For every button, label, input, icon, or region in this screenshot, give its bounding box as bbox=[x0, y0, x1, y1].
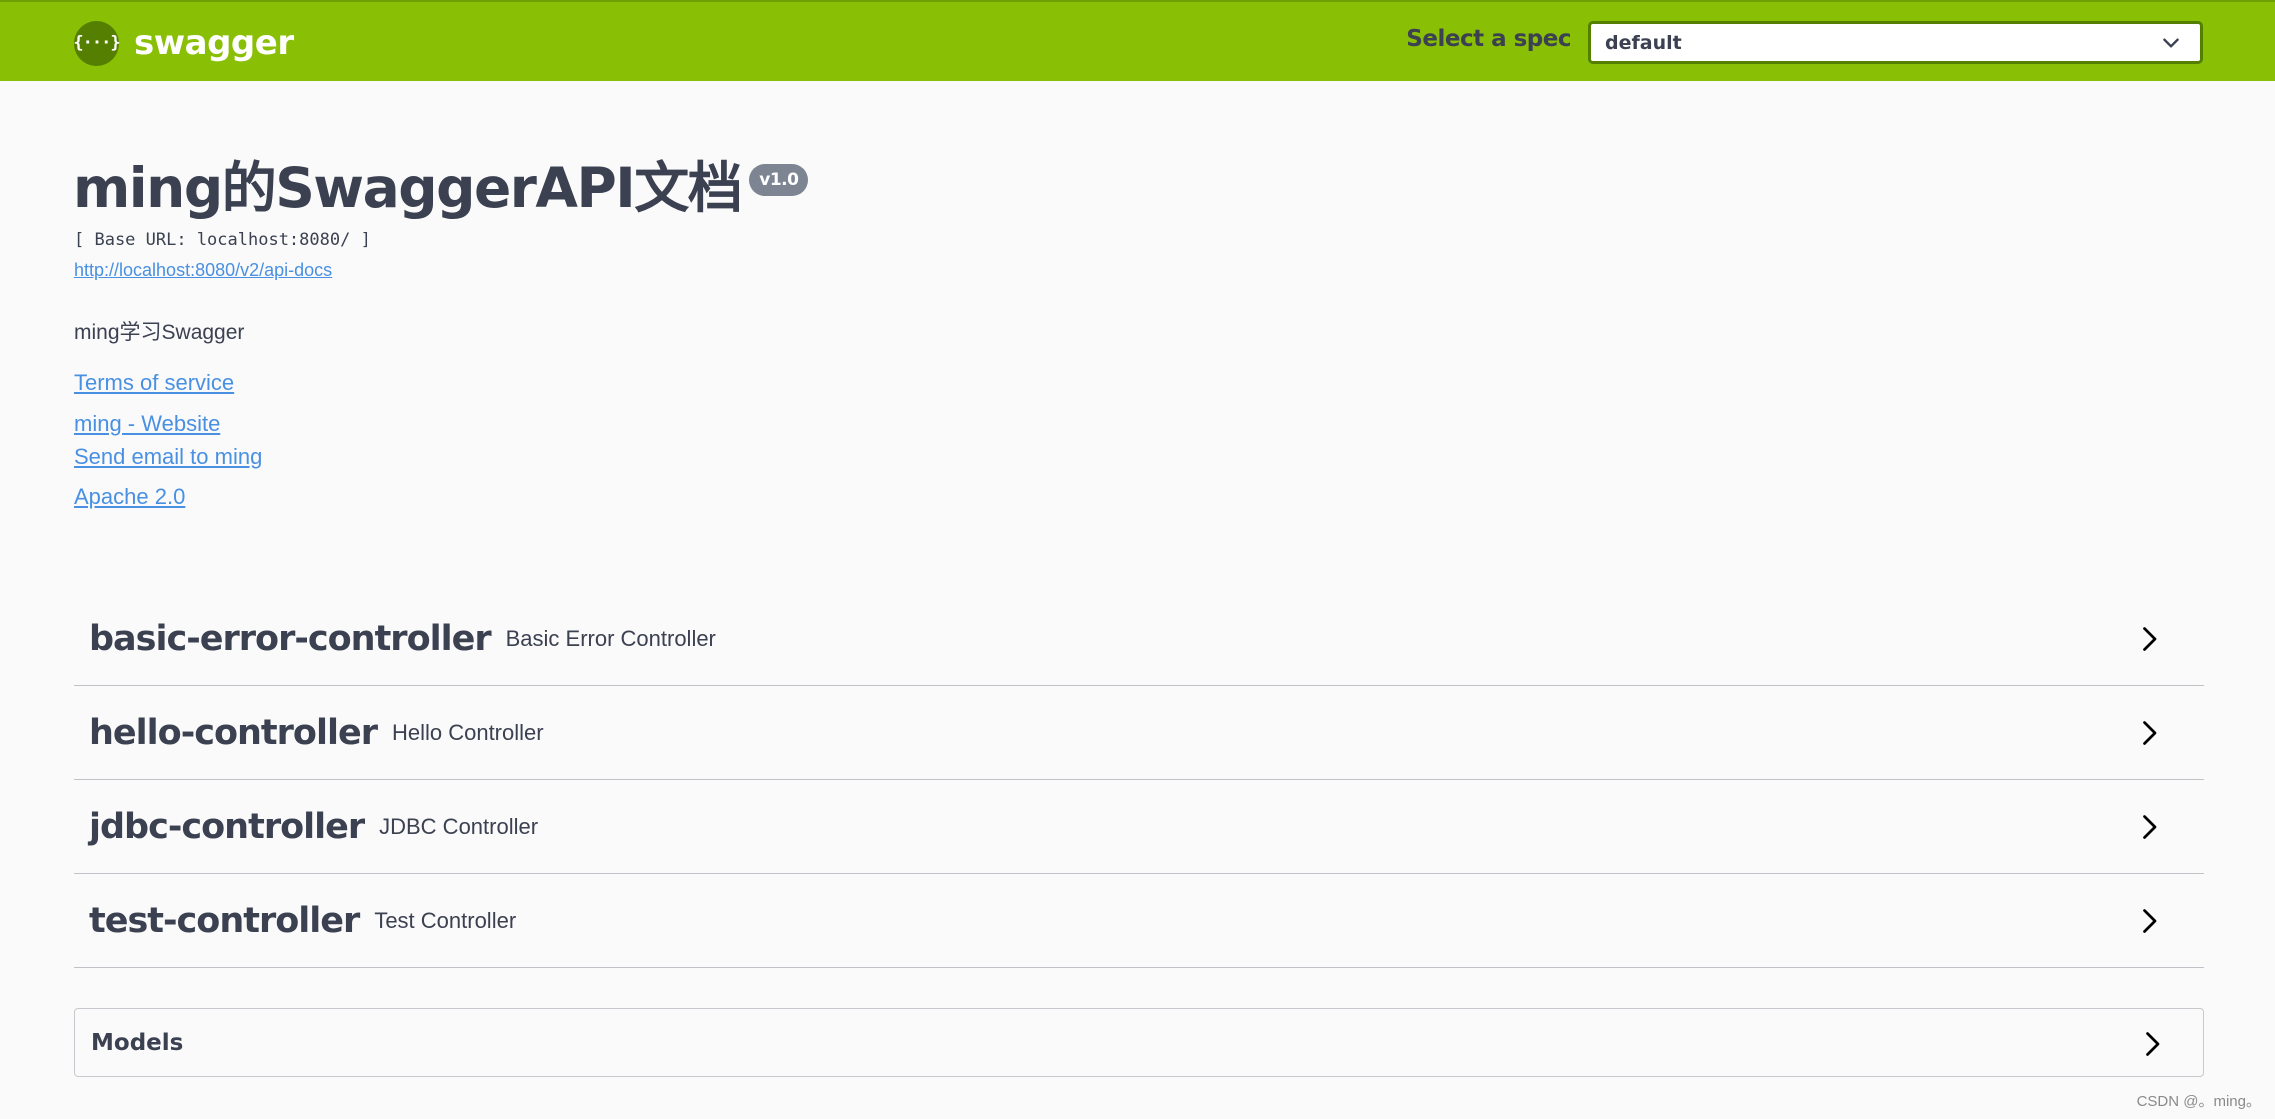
chevron-right-icon[interactable] bbox=[2134, 624, 2164, 654]
models-section[interactable]: Models bbox=[74, 1008, 2204, 1077]
watermark: CSDN @。ming。 bbox=[2136, 1093, 2261, 1110]
terms-of-service-link[interactable]: Terms of service bbox=[74, 370, 234, 396]
controller-name: hello-controller bbox=[89, 712, 378, 753]
controller-section-test[interactable]: test-controller Test Controller bbox=[74, 874, 2204, 968]
controller-description: JDBC Controller bbox=[379, 813, 539, 839]
spec-select-dropdown[interactable]: default bbox=[1588, 21, 2203, 64]
chevron-down-icon bbox=[2163, 38, 2179, 48]
swagger-logo-link[interactable]: {···} swagger bbox=[73, 20, 294, 66]
chevron-right-icon[interactable] bbox=[2134, 906, 2164, 936]
api-docs-link[interactable]: http://localhost:8080/v2/api-docs bbox=[74, 260, 332, 281]
controller-description: Test Controller bbox=[374, 907, 517, 933]
license-link[interactable]: Apache 2.0 bbox=[74, 484, 185, 510]
controller-section-hello[interactable]: hello-controller Hello Controller bbox=[74, 686, 2204, 780]
spec-selected-value: default bbox=[1605, 31, 1682, 54]
api-description: ming学习Swagger bbox=[74, 321, 245, 344]
chevron-right-icon[interactable] bbox=[2137, 1029, 2167, 1059]
controller-name: test-controller bbox=[89, 900, 360, 941]
select-spec-label: Select a spec bbox=[1406, 26, 1571, 52]
controller-section-basic-error[interactable]: basic-error-controller Basic Error Contr… bbox=[74, 592, 2204, 686]
controller-name: jdbc-controller bbox=[89, 806, 365, 847]
controller-list: basic-error-controller Basic Error Contr… bbox=[74, 592, 2204, 968]
api-title-row: ming的SwaggerAPI文档 v1.0 bbox=[73, 156, 809, 220]
brand-name: swagger bbox=[134, 23, 294, 63]
chevron-right-icon[interactable] bbox=[2134, 812, 2164, 842]
version-badge: v1.0 bbox=[749, 164, 809, 196]
email-link[interactable]: Send email to ming bbox=[74, 444, 262, 470]
website-link[interactable]: ming - Website bbox=[74, 411, 220, 437]
controller-section-jdbc[interactable]: jdbc-controller JDBC Controller bbox=[74, 780, 2204, 874]
models-label: Models bbox=[91, 1029, 184, 1056]
api-title: ming的SwaggerAPI文档 bbox=[73, 156, 743, 220]
topbar: {···} swagger Select a spec default bbox=[0, 0, 2275, 81]
controller-description: Basic Error Controller bbox=[505, 625, 716, 651]
controller-name: basic-error-controller bbox=[89, 618, 492, 659]
controller-description: Hello Controller bbox=[391, 719, 544, 745]
swagger-logo-icon: {···} bbox=[73, 20, 121, 66]
chevron-right-icon[interactable] bbox=[2134, 718, 2164, 748]
base-url: [ Base URL: localhost:8080/ ] bbox=[74, 230, 371, 250]
